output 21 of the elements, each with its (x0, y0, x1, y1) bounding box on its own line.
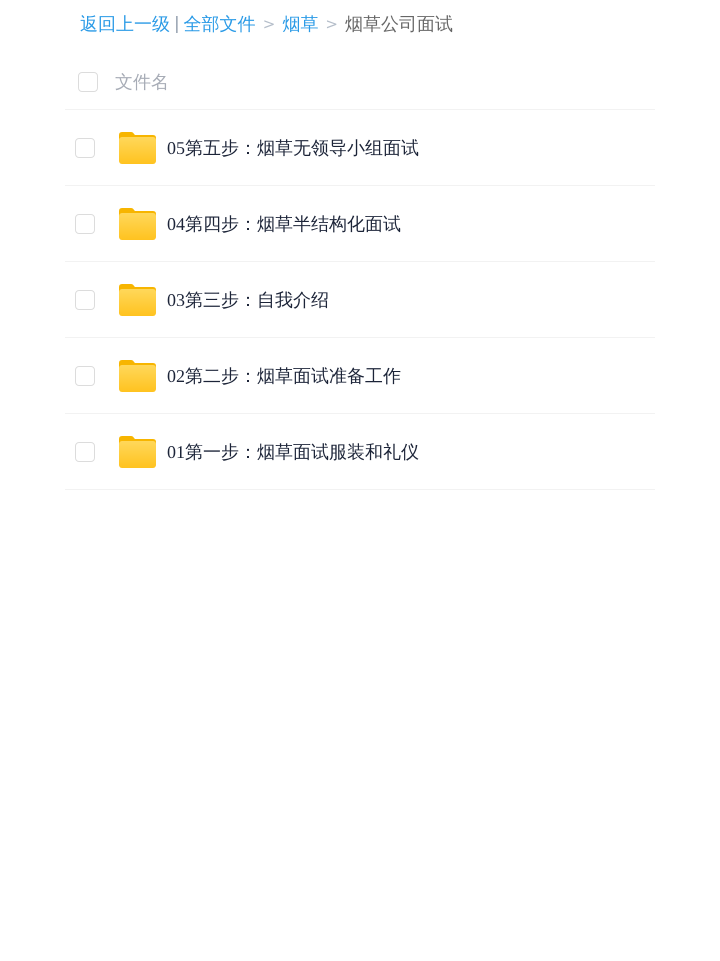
breadcrumb-arrow: > (262, 15, 276, 33)
folder-name[interactable]: 02第二步：烟草面试准备工作 (167, 364, 401, 388)
folder-name[interactable]: 05第五步：烟草无领导小组面试 (167, 136, 419, 160)
breadcrumb-current: 烟草公司面试 (344, 13, 453, 36)
folder-icon (119, 436, 156, 468)
folder-icon (119, 360, 156, 392)
folder-icon (119, 284, 156, 316)
breadcrumb-arrow: > (325, 15, 338, 33)
checkbox[interactable] (75, 366, 95, 386)
folder-name[interactable]: 03第三步：自我介绍 (167, 288, 329, 312)
checkbox[interactable] (78, 72, 98, 92)
divider-mark: | (174, 14, 180, 34)
checkbox[interactable] (75, 442, 95, 462)
folder-name[interactable]: 04第四步：烟草半结构化面试 (167, 212, 401, 236)
column-header: 文件名 (115, 70, 169, 94)
folder-name[interactable]: 01第一步：烟草面试服装和礼仪 (167, 440, 419, 464)
folder-icon (119, 132, 156, 164)
checkbox[interactable] (75, 138, 95, 158)
checkbox[interactable] (75, 214, 95, 234)
checkbox[interactable] (75, 290, 95, 310)
folder-icon (119, 208, 156, 240)
